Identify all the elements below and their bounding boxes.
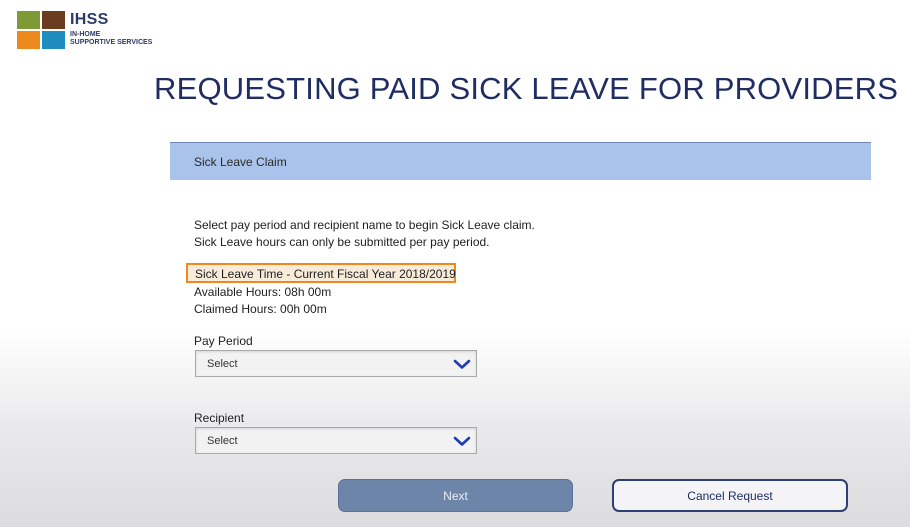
recipient-selected-value: Select <box>207 435 238 447</box>
next-button[interactable]: Next <box>338 479 573 512</box>
logo-square-brown <box>42 11 65 29</box>
recipient-select[interactable]: Select <box>195 427 477 454</box>
logo-subtitle-line1: IN-HOME <box>70 31 101 38</box>
logo-square-blue <box>42 31 65 49</box>
panel-header-title: Sick Leave Claim <box>194 155 287 169</box>
logo-square-orange <box>17 31 40 49</box>
recipient-label: Recipient <box>194 411 245 425</box>
instruction-line-2: Sick Leave hours can only be submitted p… <box>194 235 490 249</box>
logo-square-green <box>17 11 40 29</box>
logo-subtitle-line2: SUPPORTIVE SERVICES <box>70 39 153 46</box>
chevron-down-icon <box>453 436 471 446</box>
ihss-logo: IHSS IN-HOME SUPPORTIVE SERVICES <box>17 11 152 49</box>
chevron-down-icon <box>453 359 471 369</box>
logo-mark <box>17 11 65 49</box>
instruction-line-1: Select pay period and recipient name to … <box>194 218 535 232</box>
pay-period-selected-value: Select <box>207 358 238 370</box>
pay-period-select[interactable]: Select <box>195 350 477 377</box>
logo-subtitle: IN-HOME SUPPORTIVE SERVICES <box>70 31 152 47</box>
logo-text: IHSS IN-HOME SUPPORTIVE SERVICES <box>70 11 152 47</box>
pay-period-label: Pay Period <box>194 334 253 348</box>
cancel-request-button[interactable]: Cancel Request <box>612 479 848 512</box>
page-title: REQUESTING PAID SICK LEAVE FOR PROVIDERS <box>154 71 899 106</box>
claimed-hours: Claimed Hours: 00h 00m <box>194 302 327 316</box>
logo-title: IHSS <box>70 11 109 28</box>
available-hours: Available Hours: 08h 00m <box>194 285 332 299</box>
panel-header: Sick Leave Claim <box>170 142 871 180</box>
fiscal-year-highlight: Sick Leave Time - Current Fiscal Year 20… <box>186 263 456 283</box>
